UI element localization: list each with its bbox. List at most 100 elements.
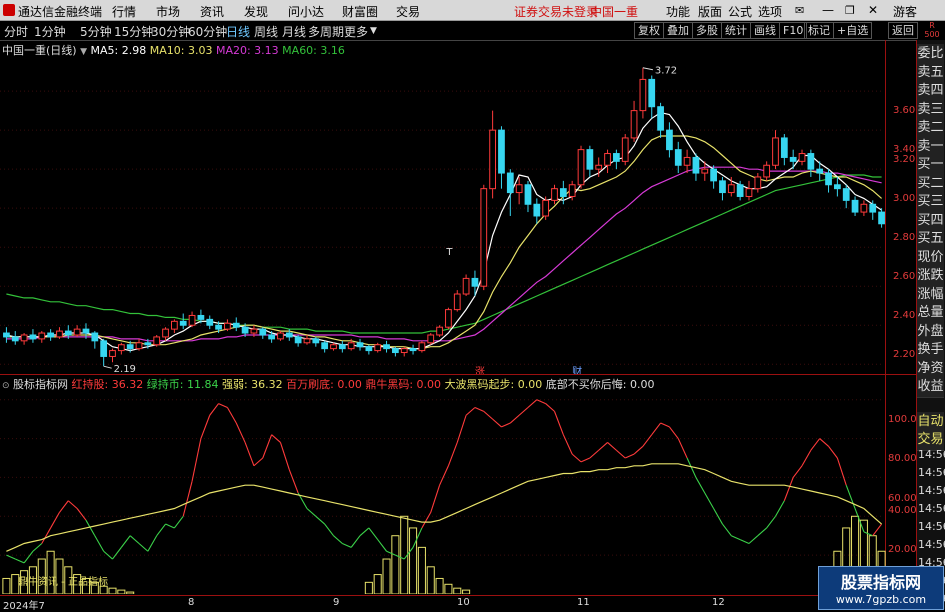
menu-item-zixun[interactable]: 资讯 — [200, 3, 224, 20]
strength-segment — [642, 434, 653, 447]
strength-segment — [306, 508, 317, 517]
strength-segment — [483, 410, 493, 420]
candle-body — [418, 342, 426, 352]
menu-item-faxian[interactable]: 发现 — [244, 3, 268, 20]
candle-body — [365, 346, 373, 352]
strength-segment — [386, 550, 396, 556]
trade-time: 14:56 — [918, 520, 945, 533]
candle-body — [559, 188, 567, 197]
ma60-line — [6, 174, 882, 334]
strength-segment — [607, 442, 617, 451]
menu-item-gongshi[interactable]: 公式 — [728, 3, 752, 20]
candle-body — [648, 78, 656, 108]
volume-bar — [126, 591, 135, 594]
volume-bar — [108, 587, 117, 594]
menu-item-wenxiaoda[interactable]: 问小达 — [288, 3, 324, 20]
volume-bar — [435, 577, 444, 594]
strength-segment — [15, 558, 25, 564]
menu-item-jiaoyi[interactable]: 交易 — [396, 3, 420, 20]
candle-body — [277, 332, 284, 340]
t-marker: T — [445, 247, 453, 258]
strength-segment — [509, 414, 520, 424]
strength-segment — [218, 403, 228, 408]
period-more[interactable]: 更多 — [344, 23, 368, 40]
price-chart[interactable]: 3.72 2.19 涨 财 T — [0, 56, 886, 374]
huaxian-button[interactable]: 画线 — [750, 22, 780, 39]
candle-body — [206, 318, 214, 326]
candle-body — [542, 199, 550, 217]
period-1min[interactable]: 1分钟 — [34, 23, 66, 40]
period-15min[interactable]: 15分钟 — [114, 23, 153, 40]
period-daily[interactable]: 日线 — [226, 23, 250, 40]
high-marker: 3.72 — [655, 66, 677, 77]
trend-line — [6, 463, 882, 552]
strength-segment — [112, 547, 122, 560]
trade-time: 14:56 — [918, 448, 945, 461]
indicator-tick: 20.00 — [888, 544, 917, 555]
menu-item-banmian[interactable]: 版面 — [698, 3, 722, 20]
candle-body — [347, 342, 355, 350]
candle-body — [604, 153, 611, 166]
strength-segment — [668, 426, 679, 439]
menu-item-hangqing[interactable]: 行情 — [112, 3, 136, 20]
close-icon[interactable]: ✕ — [868, 3, 878, 17]
restore-icon[interactable]: ❐ — [845, 4, 855, 17]
candle-body — [197, 314, 205, 320]
trade-time: 14:56 — [918, 538, 945, 551]
strength-segment — [244, 442, 255, 466]
trade-time: 14:56 — [918, 466, 945, 479]
volume-bar — [417, 546, 426, 594]
menu-item-caifuquan[interactable]: 财富圈 — [342, 3, 378, 20]
period-fenshi[interactable]: 分时 — [4, 23, 28, 40]
strength-segment — [23, 550, 34, 564]
tongji-button[interactable]: 统计 — [721, 22, 751, 39]
price-tick: 3.00 — [893, 193, 916, 204]
more-chevron-down-icon[interactable]: ▼ — [370, 26, 377, 36]
candle-body — [657, 106, 664, 131]
biaoji-button[interactable]: 标记 — [804, 22, 834, 39]
candle-body — [20, 334, 28, 342]
period-30min[interactable]: 30分钟 — [151, 23, 190, 40]
volume-bar — [382, 558, 391, 594]
quote-item[interactable]: 收益 — [917, 377, 944, 398]
r-value: 500 — [924, 30, 940, 39]
volume-bar — [409, 527, 418, 594]
menu-item-gongneng[interactable]: 功能 — [666, 3, 690, 20]
date-tick: 11 — [577, 597, 590, 608]
candle-body — [3, 332, 10, 338]
candle-body — [515, 184, 523, 194]
duogu-button[interactable]: 多股 — [692, 22, 722, 39]
candle-body — [383, 344, 390, 350]
strength-segment — [801, 449, 812, 467]
guest-label[interactable]: 游客 — [893, 3, 917, 20]
back-button[interactable]: 返回 — [888, 22, 918, 39]
indicator-tick: 80.00 — [888, 453, 917, 464]
diejia-button[interactable]: 叠加 — [663, 22, 693, 39]
price-axis: 3.60 3.40 3.20 3.00 2.80 2.60 2.40 2.20 — [887, 56, 915, 374]
price-tick: 3.20 — [893, 154, 916, 165]
indicator-chart[interactable] — [0, 390, 886, 594]
strength-segment — [695, 477, 706, 494]
login-status[interactable]: 证券交易未登录 — [514, 3, 598, 20]
period-5min[interactable]: 5分钟 — [80, 23, 112, 40]
period-multi[interactable]: 多周期 — [308, 23, 344, 40]
period-60min[interactable]: 60分钟 — [188, 23, 227, 40]
strength-segment — [156, 523, 166, 537]
strength-segment — [863, 531, 873, 537]
period-weekly[interactable]: 周线 — [254, 23, 278, 40]
fuquan-button[interactable]: 复权 — [634, 22, 664, 39]
candle-body — [701, 168, 709, 174]
menu-item-xuanxiang[interactable]: 选项 — [758, 3, 782, 20]
trade-time: 14:56 — [918, 502, 945, 515]
minimize-icon[interactable]: — — [822, 3, 834, 17]
candle-body — [171, 320, 178, 330]
price-tick: 2.40 — [893, 310, 916, 321]
candle-body — [47, 332, 54, 338]
add-watchlist-button[interactable]: +自选 — [833, 22, 873, 39]
message-icon[interactable]: ✉ — [795, 4, 804, 17]
r-indicator[interactable]: R 500 — [921, 21, 943, 39]
strength-segment — [465, 407, 476, 416]
menu-item-shichang[interactable]: 市场 — [156, 3, 180, 20]
period-monthly[interactable]: 月线 — [282, 23, 306, 40]
strength-segment — [633, 445, 644, 455]
